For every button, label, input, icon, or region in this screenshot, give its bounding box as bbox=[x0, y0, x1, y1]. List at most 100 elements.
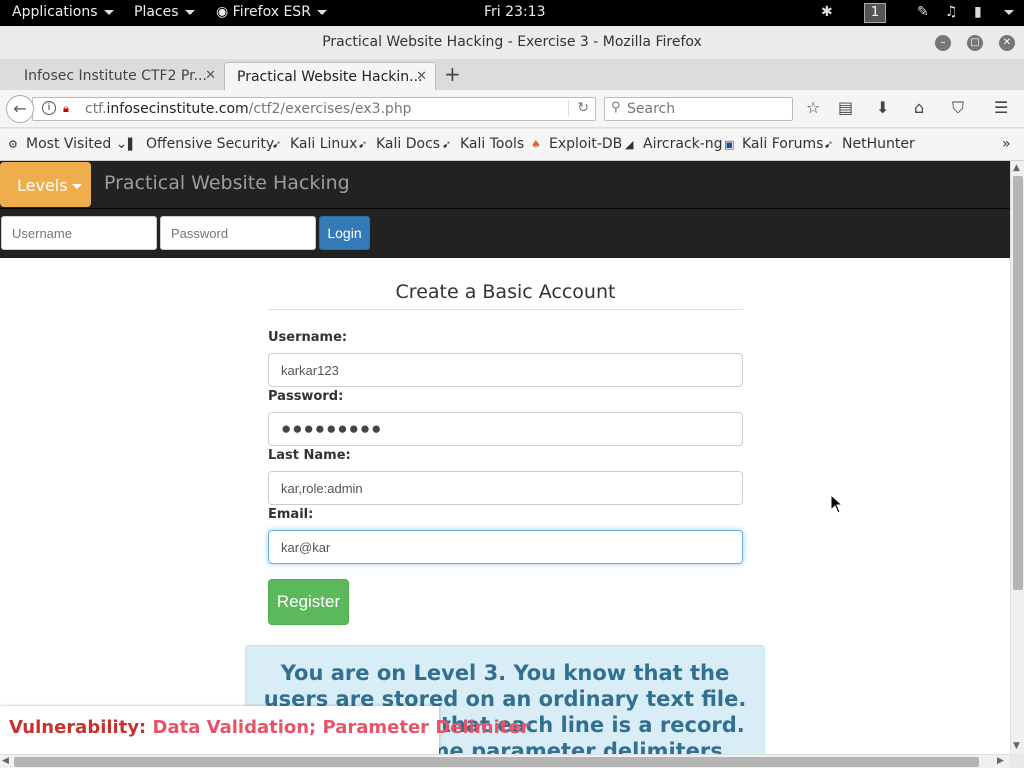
firefox-app-menu[interactable]: ◉ Firefox ESR bbox=[216, 4, 327, 20]
system-top-bar: Applications Places ◉ Firefox ESR Fri 23… bbox=[0, 0, 1024, 26]
bookmark-nethunter[interactable]: ➹ NetHunter bbox=[824, 136, 915, 152]
scroll-down-icon[interactable]: ▼ bbox=[1013, 741, 1020, 751]
login-button[interactable]: Login bbox=[319, 216, 370, 250]
levels-dropdown-button[interactable]: Levels bbox=[0, 162, 91, 207]
chevron-down-icon bbox=[103, 9, 114, 15]
bookmark-label: NetHunter bbox=[842, 136, 915, 152]
workspace-indicator[interactable]: 1 bbox=[864, 3, 886, 23]
url-domain: infosecinstitute.com bbox=[106, 101, 249, 117]
last-name-field[interactable] bbox=[268, 471, 743, 505]
bookmark-exploit-db[interactable]: ♠ Exploit-DB bbox=[531, 136, 622, 152]
bookmark-kali-docs[interactable]: ➹ Kali Docs bbox=[358, 136, 440, 152]
levels-label: Levels bbox=[17, 176, 68, 195]
download-icon[interactable]: ⬇ bbox=[876, 98, 889, 117]
password-label: Password: bbox=[268, 389, 344, 404]
chevron-down-icon bbox=[71, 184, 82, 189]
horizontal-scroll-thumb[interactable] bbox=[14, 757, 979, 767]
bookmark-label: Aircrack-ng bbox=[643, 136, 723, 152]
bookmark-label: Kali Linux bbox=[290, 136, 358, 152]
kali-forums-icon: ▣ bbox=[724, 138, 735, 151]
page-content: Levels Practical Website Hacking Login C… bbox=[0, 161, 1010, 754]
clock[interactable]: Fri 23:13 bbox=[484, 4, 545, 20]
bookmark-kali-tools[interactable]: ➹ Kali Tools bbox=[442, 136, 524, 152]
hamburger-menu-icon[interactable]: ☰ bbox=[994, 98, 1008, 117]
network-icon[interactable]: ✱ bbox=[821, 4, 833, 20]
tab-label: Infosec Institute CTF2 Pr... bbox=[24, 68, 207, 84]
offsec-icon: ▌ bbox=[128, 138, 137, 151]
pen-icon[interactable]: ✎ bbox=[917, 4, 929, 20]
insecure-lock-icon[interactable]: 🔒︎ bbox=[63, 102, 69, 116]
new-tab-plus-icon[interactable]: + bbox=[444, 62, 461, 86]
search-bar[interactable]: ⚲ bbox=[604, 97, 793, 121]
email-field[interactable] bbox=[268, 530, 743, 564]
volume-icon[interactable]: ♫ bbox=[945, 4, 958, 20]
reload-icon[interactable]: ↻ bbox=[568, 100, 589, 116]
vulnerability-banner: Vulnerability: Data Validation; Paramete… bbox=[0, 706, 529, 754]
reading-list-icon[interactable]: ▤ bbox=[838, 98, 853, 117]
kali-icon: ➹ bbox=[442, 138, 452, 151]
kali-icon: ➹ bbox=[824, 138, 834, 151]
system-menu[interactable] bbox=[998, 4, 1014, 20]
site-info-icon[interactable]: i bbox=[42, 101, 56, 115]
username-field[interactable] bbox=[268, 353, 743, 387]
site-brand[interactable]: Practical Website Hacking bbox=[104, 172, 350, 194]
login-username-input[interactable] bbox=[1, 216, 157, 250]
site-navbar: Levels Practical Website Hacking bbox=[0, 161, 1010, 208]
minimize-icon[interactable]: – bbox=[935, 35, 951, 51]
password-field[interactable]: ●●●●●●●●● bbox=[268, 412, 743, 446]
bookmark-label: Kali Forums bbox=[742, 136, 824, 152]
tab-infosec-ctf2[interactable]: Infosec Institute CTF2 Pr... ✕ bbox=[12, 62, 224, 90]
pocket-icon[interactable]: ⛉ bbox=[952, 98, 964, 118]
login-password-input[interactable] bbox=[160, 216, 316, 250]
gear-icon: ⚙ bbox=[8, 138, 18, 151]
back-arrow-icon[interactable]: ← bbox=[6, 95, 34, 123]
applications-menu[interactable]: Applications bbox=[12, 4, 114, 20]
bookmarks-toolbar: ⚙ Most Visited ⌄ ▌ Offensive Security ➹ Kal… bbox=[0, 129, 1024, 161]
maximize-icon[interactable]: □ bbox=[967, 35, 983, 51]
scroll-left-icon[interactable]: ◀ bbox=[2, 756, 9, 766]
last-name-label: Last Name: bbox=[268, 448, 351, 463]
vertical-scrollbar[interactable]: ▲ ▼ bbox=[1010, 161, 1024, 754]
window-title: Practical Website Hacking - Exercise 3 -… bbox=[322, 34, 702, 50]
url-bar[interactable]: i 🔒︎ ctf.infosecinstitute.com/ctf2/exerc… bbox=[32, 97, 596, 121]
bookmark-aircrack-ng[interactable]: ◢ Aircrack-ng bbox=[625, 136, 723, 152]
kali-icon: ➹ bbox=[358, 138, 368, 151]
home-icon[interactable]: ⌂ bbox=[914, 98, 924, 117]
close-tab-icon[interactable]: ✕ bbox=[205, 68, 216, 83]
bookmark-offensive-security[interactable]: ▌ Offensive Security bbox=[128, 136, 274, 152]
firefox-app-label: Firefox ESR bbox=[232, 4, 311, 20]
register-button[interactable]: Register bbox=[268, 579, 349, 625]
search-icon: ⚲ bbox=[611, 100, 621, 115]
bookmark-label: Most Visited bbox=[26, 136, 112, 152]
search-input[interactable] bbox=[627, 100, 787, 118]
bookmark-kali-linux[interactable]: ➹ Kali Linux bbox=[272, 136, 357, 152]
firefox-icon: ◉ bbox=[216, 4, 233, 20]
bookmarks-overflow-icon[interactable]: » bbox=[1002, 136, 1011, 152]
scroll-right-icon[interactable]: ▶ bbox=[997, 756, 1004, 766]
vulnerability-value: Data Validation; Parameter Delimiter bbox=[152, 717, 530, 738]
form-title: Create a Basic Account bbox=[268, 281, 743, 310]
places-menu[interactable]: Places bbox=[134, 4, 195, 20]
url-text[interactable]: ctf.infosecinstitute.com/ctf2/exercises/… bbox=[85, 101, 412, 117]
applications-label: Applications bbox=[12, 4, 98, 20]
bookmark-label: Kali Docs bbox=[376, 136, 441, 152]
vertical-scroll-thumb[interactable] bbox=[1013, 176, 1023, 590]
horizontal-scrollbar[interactable]: ◀ ▶ bbox=[0, 754, 1010, 768]
bookmark-kali-forums[interactable]: ▣ Kali Forums bbox=[724, 136, 823, 152]
bookmark-star-icon[interactable]: ☆ bbox=[806, 98, 820, 117]
tab-label: Practical Website Hackin... bbox=[237, 69, 423, 85]
aircrack-icon: ◢ bbox=[625, 138, 634, 151]
login-bar: Login bbox=[0, 208, 1010, 258]
scroll-up-icon[interactable]: ▲ bbox=[1013, 163, 1020, 173]
vulnerability-key: Vulnerability: bbox=[9, 717, 147, 738]
close-icon[interactable]: ✕ bbox=[999, 35, 1015, 51]
battery-icon[interactable]: ▮ bbox=[974, 4, 982, 20]
places-label: Places bbox=[134, 4, 179, 20]
tab-practical-website-hacking[interactable]: Practical Website Hackin... ✕ bbox=[224, 62, 436, 90]
bookmark-label: Kali Tools bbox=[460, 136, 525, 152]
tab-strip: Infosec Institute CTF2 Pr... ✕ Practical… bbox=[0, 60, 1024, 90]
close-tab-icon[interactable]: ✕ bbox=[416, 69, 427, 84]
bookmark-label: Exploit-DB bbox=[549, 136, 623, 152]
bookmark-most-visited[interactable]: ⚙ Most Visited ⌄ bbox=[8, 136, 127, 152]
window-titlebar: Practical Website Hacking - Exercise 3 -… bbox=[0, 26, 1024, 60]
